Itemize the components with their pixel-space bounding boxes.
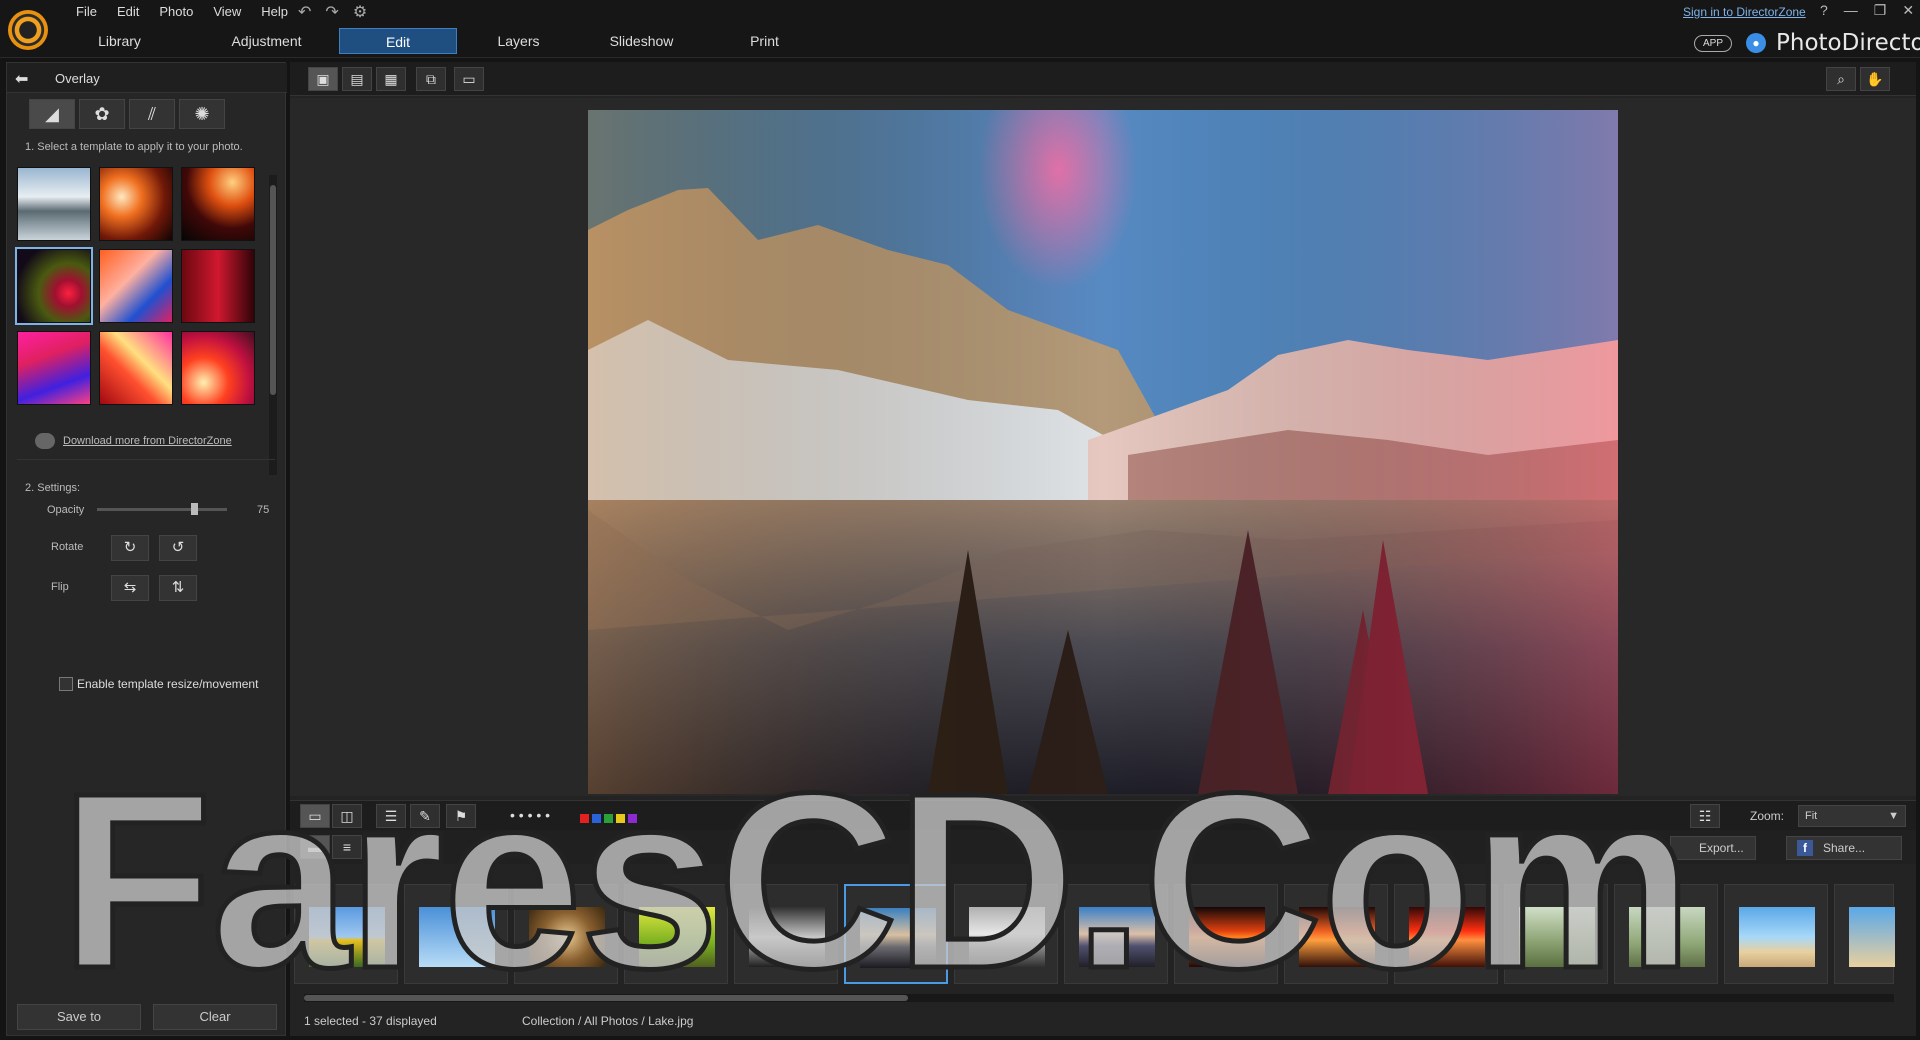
restore-icon[interactable]: ❐	[1874, 2, 1887, 19]
app-logo-icon	[8, 10, 48, 50]
view-options-icon[interactable]: ☷	[1690, 804, 1720, 828]
opacity-value: 75	[257, 504, 270, 516]
opacity-slider-handle[interactable]	[190, 503, 198, 515]
flip-label: Flip	[51, 581, 69, 593]
zoom-value: Fit	[1805, 810, 1818, 822]
template-thumb[interactable]	[15, 247, 93, 325]
download-link-label[interactable]: Download more from DirectorZone	[63, 435, 232, 447]
chevron-down-icon: ▼	[1888, 810, 1899, 822]
menu-help[interactable]: Help	[251, 2, 298, 21]
template-thumb[interactable]	[181, 249, 255, 323]
zoom-label: Zoom:	[1750, 809, 1785, 823]
tab-layers[interactable]: Layers	[457, 28, 580, 54]
filmstrip-thumb[interactable]	[1724, 884, 1828, 984]
rotate-label: Rotate	[51, 541, 84, 553]
bokeh-icon[interactable]: ✿	[79, 99, 125, 129]
app-badge[interactable]: APP	[1694, 35, 1732, 52]
close-icon[interactable]: ✕	[1902, 2, 1914, 19]
panel-title: Overlay	[55, 71, 100, 86]
template-thumb[interactable]	[99, 331, 173, 405]
single-view-icon[interactable]: ▣	[308, 67, 338, 91]
template-thumb[interactable]	[17, 331, 91, 405]
filmstrip-thumb[interactable]	[1834, 884, 1895, 984]
export-label: Export...	[1699, 841, 1744, 855]
template-thumb[interactable]	[99, 167, 173, 241]
redo-icon[interactable]: ↷	[325, 2, 338, 22]
settings-gear-icon[interactable]: ⚙	[353, 2, 367, 22]
help-icon[interactable]: ?	[1820, 2, 1828, 19]
template-thumb[interactable]	[99, 249, 173, 323]
flip-horizontal-button[interactable]: ⇆	[111, 575, 149, 601]
tab-print[interactable]: Print	[703, 28, 826, 54]
template-thumb[interactable]	[17, 167, 91, 241]
notification-icon[interactable]: ●	[1746, 33, 1766, 53]
tab-edit[interactable]: Edit	[339, 28, 457, 54]
menu-file[interactable]: File	[66, 2, 107, 21]
share-label: Share...	[1823, 841, 1866, 855]
flip-vertical-button[interactable]: ⇅	[159, 575, 197, 601]
facebook-icon: f	[1797, 840, 1813, 856]
panel-header: ⬅ Overlay	[7, 63, 287, 93]
enable-template-checkbox[interactable]	[59, 677, 73, 691]
fullscreen-icon[interactable]: ⧉	[416, 67, 446, 91]
brand-name: PhotoDirector	[1776, 30, 1920, 56]
watermark: FaresCD.Com	[57, 741, 1695, 1020]
tab-adjustment[interactable]: Adjustment	[205, 28, 328, 54]
template-thumb[interactable]	[181, 167, 255, 241]
download-link[interactable]: Download more from DirectorZone	[35, 433, 232, 449]
menu-view[interactable]: View	[203, 2, 251, 21]
zoom-select[interactable]: Fit ▼	[1798, 805, 1906, 827]
streak-icon[interactable]: ⫽	[129, 99, 175, 129]
window-controls: ? — ❐ ✕	[1820, 2, 1914, 19]
edited-photo	[588, 110, 1618, 794]
tab-library[interactable]: Library	[58, 28, 181, 54]
sign-in-link[interactable]: Sign in to DirectorZone	[1683, 5, 1806, 19]
template-scrollbar[interactable]	[269, 175, 277, 475]
zoom-tool-icon[interactable]: ⌕	[1826, 67, 1856, 91]
step2-heading: 2. Settings:	[25, 482, 81, 494]
divider	[17, 459, 275, 460]
cloud-download-icon	[35, 433, 55, 449]
step1-instruction: 1. Select a template to apply it to your…	[25, 141, 243, 153]
quick-actions: ↶ ↷ ⚙	[298, 2, 367, 22]
compare-view-icon[interactable]: ▤	[342, 67, 372, 91]
flare-icon[interactable]: ✺	[179, 99, 225, 129]
share-button[interactable]: f Share...	[1786, 836, 1902, 860]
grid-view-icon[interactable]: ▦	[376, 67, 406, 91]
minimize-icon[interactable]: —	[1844, 2, 1858, 19]
view-toolbar: ▣ ▤ ▦ ⧉ ▭ ⌕ ✋	[290, 62, 1916, 96]
undo-icon[interactable]: ↶	[298, 2, 311, 22]
template-thumb[interactable]	[181, 331, 255, 405]
photo-canvas[interactable]	[290, 98, 1916, 796]
back-arrow-icon[interactable]: ⬅	[15, 69, 43, 88]
module-tabs: Library Adjustment Edit Layers Slideshow…	[58, 28, 826, 54]
rotate-counterclockwise-button[interactable]: ↺	[159, 535, 197, 561]
title-bar: File Edit Photo View Help ↶ ↷ ⚙ Library …	[0, 0, 1920, 58]
menu-photo[interactable]: Photo	[149, 2, 203, 21]
tab-slideshow[interactable]: Slideshow	[580, 28, 703, 54]
light-leak-icon[interactable]: ◢	[29, 99, 75, 129]
enable-template-label: Enable template resize/movement	[77, 677, 259, 691]
overlay-category-tabs: ◢ ✿ ⫽ ✺	[29, 99, 225, 129]
display-mode-icon[interactable]: ▭	[454, 67, 484, 91]
opacity-slider[interactable]	[97, 503, 227, 515]
hand-tool-icon[interactable]: ✋	[1860, 67, 1890, 91]
opacity-label: Opacity	[47, 504, 85, 516]
rotate-clockwise-button[interactable]: ↻	[111, 535, 149, 561]
menu-bar: File Edit Photo View Help	[66, 2, 298, 21]
menu-edit[interactable]: Edit	[107, 2, 149, 21]
